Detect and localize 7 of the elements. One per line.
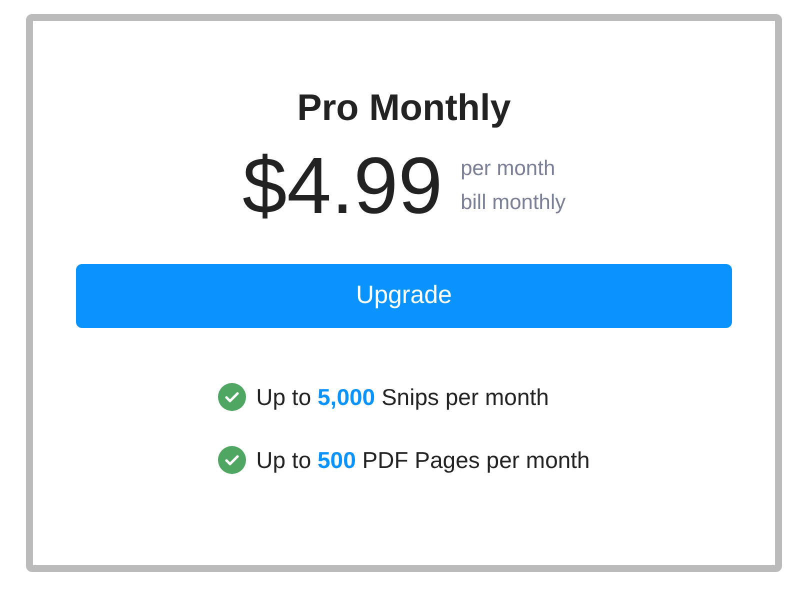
- upgrade-button[interactable]: Upgrade: [76, 264, 732, 328]
- price-period: per month: [460, 156, 556, 182]
- feature-text: Up to 5,000 Snips per month: [256, 383, 549, 412]
- billing-note: bill monthly: [460, 190, 566, 216]
- price: $4.99: [242, 146, 443, 226]
- plan-title: Pro Monthly: [297, 89, 511, 126]
- feature-text: Up to 500 PDF Pages per month: [256, 446, 590, 475]
